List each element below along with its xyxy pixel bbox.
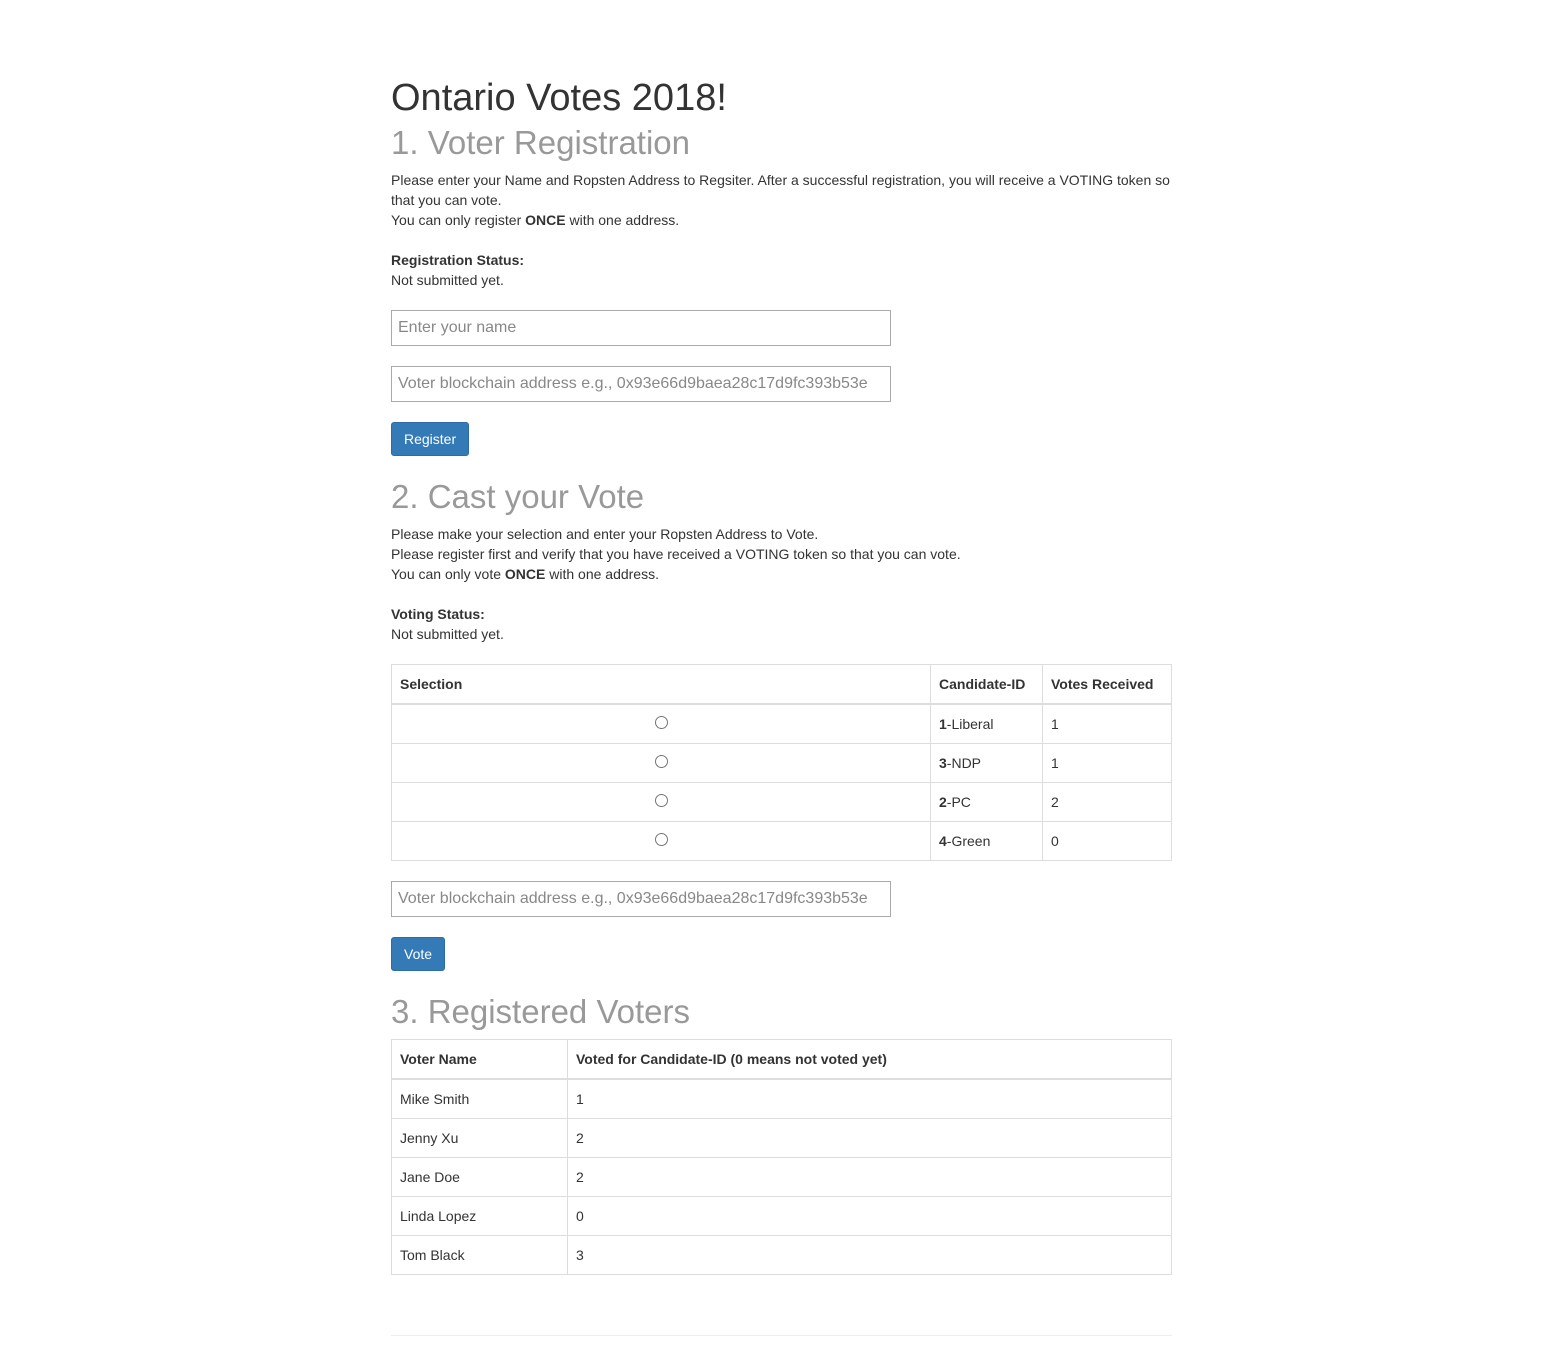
voting-status-value: Not submitted yet.	[391, 626, 504, 642]
table-row: 2-PC 2	[391, 782, 1172, 822]
candidate-name: -PC	[946, 794, 971, 810]
table-row: 4-Green 0	[391, 821, 1172, 861]
table-row: 3-NDP 1	[391, 743, 1172, 783]
voting-status-label: Voting Status:	[391, 606, 485, 622]
voter-name: Linda Lopez	[391, 1196, 568, 1236]
table-row: Tom Black 3	[391, 1235, 1172, 1275]
registration-status-value: Not submitted yet.	[391, 272, 504, 288]
registration-description: Please enter your Name and Ropsten Addre…	[391, 170, 1172, 230]
candidate-id: 2	[939, 794, 947, 810]
text-bold: ONCE	[504, 566, 546, 582]
name-input[interactable]	[391, 310, 891, 346]
vote-desc-1: Please make your selection and enter you…	[391, 526, 819, 542]
text: You can only register	[391, 212, 526, 228]
candidate-id: 4	[939, 833, 947, 849]
voted-for: 1	[567, 1078, 1172, 1119]
vote-desc-2: Please register first and verify that yo…	[391, 546, 961, 562]
table-row: Jenny Xu 2	[391, 1118, 1172, 1158]
vote-heading: 2. Cast your Vote	[391, 478, 645, 515]
text: with one address.	[565, 212, 680, 228]
column-header-voted-for: Voted for Candidate-ID (0 means not vote…	[567, 1039, 1172, 1080]
text-bold: ONCE	[525, 212, 566, 228]
page-container: Ontario Votes 2018! 1. Voter Registratio…	[391, 0, 1172, 1356]
registration-heading: 1. Voter Registration	[391, 124, 690, 161]
candidate-cell: 4-Green	[930, 821, 1043, 861]
candidates-table: Selection Candidate-ID Votes Received 1-…	[391, 664, 1172, 861]
candidate-radio[interactable]	[654, 833, 668, 846]
votes-received: 2	[1042, 782, 1172, 822]
column-header-voter-name: Voter Name	[391, 1039, 568, 1080]
voted-for: 2	[567, 1157, 1172, 1197]
voter-name: Jenny Xu	[391, 1118, 568, 1158]
column-header-votes: Votes Received	[1042, 664, 1172, 705]
table-row: Jane Doe 2	[391, 1157, 1172, 1197]
voted-for: 0	[567, 1196, 1172, 1236]
voter-name: Tom Black	[391, 1235, 568, 1275]
candidate-name: -NDP	[946, 755, 982, 771]
voting-status: Voting Status: Not submitted yet.	[391, 604, 1172, 644]
registration-status: Registration Status: Not submitted yet.	[391, 250, 1172, 290]
candidate-radio[interactable]	[654, 794, 668, 807]
voter-name: Jane Doe	[391, 1157, 568, 1197]
table-row: Mike Smith 1	[391, 1078, 1172, 1119]
votes-received: 1	[1042, 743, 1172, 783]
candidate-id: 3	[939, 755, 947, 771]
page-title: Ontario Votes 2018!	[391, 77, 727, 119]
voted-for: 3	[567, 1235, 1172, 1275]
registration-desc-1: Please enter your Name and Ropsten Addre…	[391, 172, 1170, 208]
candidate-name: -Liberal	[946, 716, 994, 732]
footer-divider	[391, 1335, 1172, 1356]
candidate-radio[interactable]	[654, 755, 668, 768]
candidate-id: 1	[939, 716, 947, 732]
table-row: 1-Liberal 1	[391, 703, 1172, 744]
vote-button[interactable]: Vote	[391, 937, 446, 971]
column-header-candidate-id: Candidate-ID	[930, 664, 1043, 705]
candidate-radio[interactable]	[654, 716, 668, 729]
candidate-name: -Green	[946, 833, 991, 849]
voters-heading: 3. Registered Voters	[391, 993, 690, 1030]
candidate-cell: 1-Liberal	[930, 703, 1043, 744]
voter-name: Mike Smith	[391, 1078, 568, 1119]
registration-desc-2: You can only register ONCE with one addr…	[391, 210, 1172, 230]
voted-for: 2	[567, 1118, 1172, 1158]
votes-received: 0	[1042, 821, 1172, 861]
vote-address-input[interactable]	[391, 881, 891, 917]
column-header-selection: Selection	[391, 664, 931, 705]
voters-table: Voter Name Voted for Candidate-ID (0 mea…	[391, 1039, 1172, 1275]
text: You can only vote	[391, 566, 505, 582]
registration-address-input[interactable]	[391, 366, 891, 402]
registration-status-label: Registration Status:	[391, 252, 525, 268]
votes-received: 1	[1042, 703, 1172, 744]
vote-desc-3: You can only vote ONCE with one address.	[391, 564, 1172, 584]
register-button[interactable]: Register	[391, 422, 470, 456]
text: with one address.	[545, 566, 659, 582]
candidate-cell: 3-NDP	[930, 743, 1043, 783]
table-row: Linda Lopez 0	[391, 1196, 1172, 1236]
candidate-cell: 2-PC	[930, 782, 1043, 822]
vote-description: Please make your selection and enter you…	[391, 524, 1172, 584]
